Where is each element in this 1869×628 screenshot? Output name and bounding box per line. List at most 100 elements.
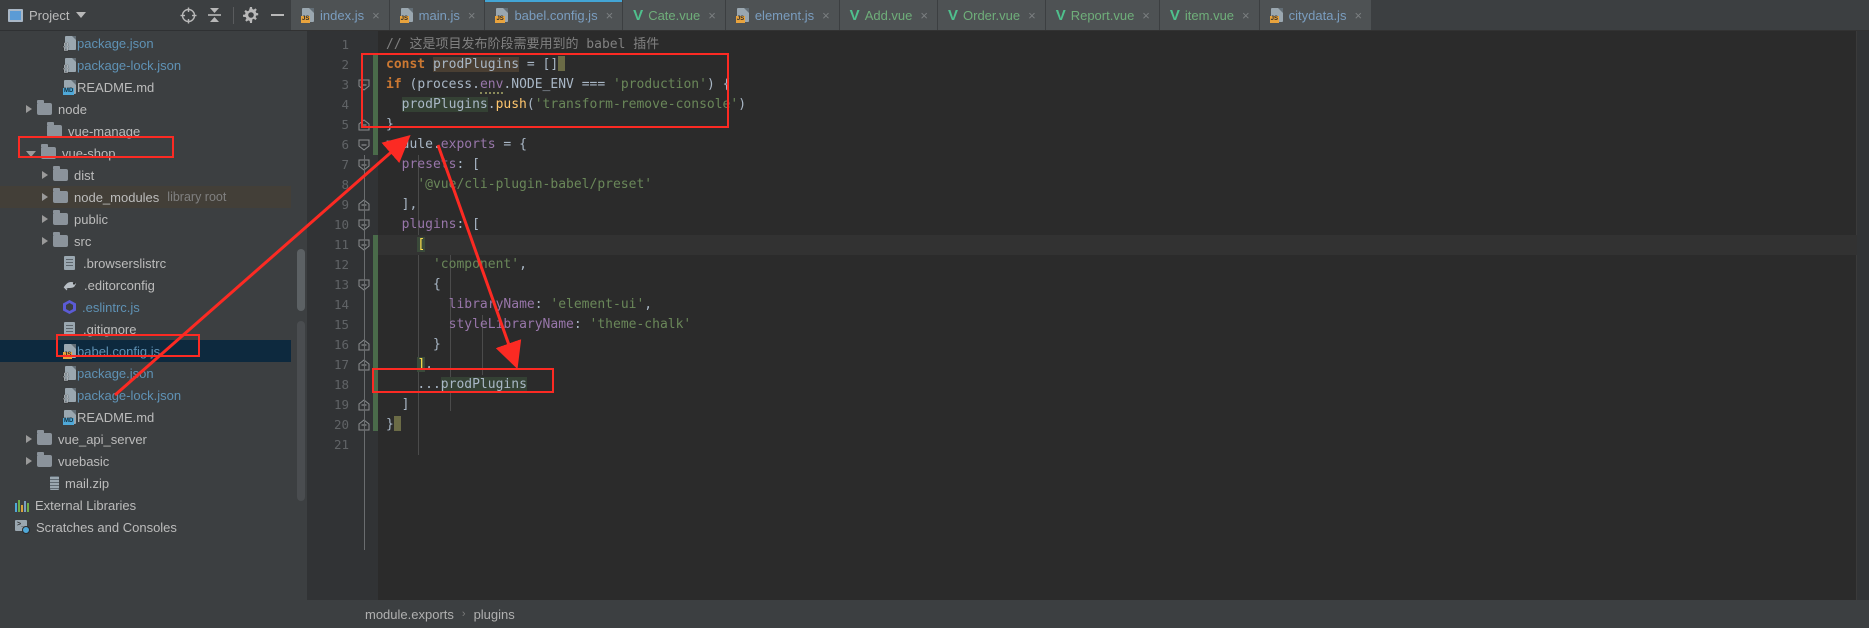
code-line[interactable]: 'component', — [378, 255, 1857, 275]
code-line[interactable]: ...prodPlugins — [378, 375, 1857, 395]
code-line[interactable]: const prodPlugins = [] — [378, 55, 1857, 75]
tree-item-dist[interactable]: dist — [0, 164, 291, 186]
tree-item-Scratches-and-Consoles[interactable]: >_ Scratches and Consoles — [0, 516, 291, 538]
project-window-icon — [8, 8, 23, 22]
code-line[interactable]: prodPlugins.push('transform-remove-conso… — [378, 95, 1857, 115]
tree-item--eslintrc-js[interactable]: .eslintrc.js — [0, 296, 291, 318]
tab-close-icon[interactable]: × — [1028, 9, 1036, 22]
tree-item-package-json[interactable]: {} package.json — [0, 32, 291, 54]
tree-item-package-lock-json[interactable]: {} package-lock.json — [0, 384, 291, 406]
code-line[interactable]: { — [378, 275, 1857, 295]
code-line[interactable]: styleLibraryName: 'theme-chalk' — [378, 315, 1857, 335]
editor-tab-Add-vue[interactable]: V Add.vue × — [839, 0, 938, 30]
expand-arrow-icon[interactable] — [26, 435, 32, 443]
tab-close-icon[interactable]: × — [1242, 9, 1250, 22]
editor-tab-babel-config-js[interactable]: JS babel.config.js × — [485, 0, 624, 30]
tree-item-README-md[interactable]: MD README.md — [0, 406, 291, 428]
editor-tab-index-js[interactable]: JS index.js × — [291, 0, 390, 30]
editor-tab-Order-vue[interactable]: V Order.vue × — [937, 0, 1046, 30]
code-line[interactable]: libraryName: 'element-ui', — [378, 295, 1857, 315]
collapse-arrow-icon[interactable] — [26, 151, 36, 157]
editor-tab-item-vue[interactable]: Vitem.vue × — [1159, 0, 1260, 30]
tree-item-External-Libraries[interactable]: External Libraries — [0, 494, 291, 516]
tree-item-mail-zip[interactable]: mail.zip — [0, 472, 291, 494]
breadcrumb[interactable]: module.exports › plugins — [295, 600, 1869, 628]
code-line[interactable]: plugins: [ — [378, 215, 1857, 235]
expand-arrow-icon[interactable] — [42, 215, 48, 223]
tab-close-icon[interactable]: × — [606, 9, 614, 22]
code-line[interactable]: // 这是项目发布阶段需要用到的 babel 插件 — [378, 35, 1857, 55]
tree-item-public[interactable]: public — [0, 208, 291, 230]
fold-marker[interactable] — [358, 139, 370, 151]
tab-close-icon[interactable]: × — [1142, 9, 1150, 22]
tab-close-icon[interactable]: × — [372, 9, 380, 22]
tree-item-vuebasic[interactable]: vuebasic — [0, 450, 291, 472]
editor-right-marker-strip[interactable] — [1857, 31, 1869, 600]
tree-item-badge: library root — [167, 190, 227, 204]
tree-item-node[interactable]: node — [0, 98, 291, 120]
code-line[interactable]: if (process.env.NODE_ENV === 'production… — [378, 75, 1857, 95]
fold-marker[interactable] — [358, 119, 370, 131]
code-line[interactable]: } — [378, 415, 1857, 435]
code-line[interactable]: ], — [378, 195, 1857, 215]
editor-tab-main-js[interactable]: JS main.js × — [389, 0, 486, 30]
tree-item-README-md[interactable]: MD README.md — [0, 76, 291, 98]
tab-close-icon[interactable]: × — [468, 9, 476, 22]
code-folding-column[interactable] — [355, 31, 373, 600]
caret-down-icon[interactable] — [76, 12, 87, 18]
editor-tab-citydata-js[interactable]: JS citydata.js × — [1259, 0, 1373, 30]
line-number: 12 — [333, 257, 349, 272]
tree-item--gitignore[interactable]: .gitignore — [0, 318, 291, 340]
code-line[interactable]: presets: [ — [378, 155, 1857, 175]
scrollbar-thumb[interactable] — [297, 249, 305, 311]
tree-item-babel-config-js[interactable]: JS babel.config.js — [0, 340, 291, 362]
tree-item-package-lock-json[interactable]: {} package-lock.json — [0, 54, 291, 76]
tree-item-label: Scratches and Consoles — [36, 519, 177, 535]
editorconfig-icon — [63, 278, 78, 292]
editor-left-scrollbar[interactable] — [295, 31, 307, 600]
breadcrumb-item[interactable]: module.exports — [365, 607, 454, 622]
gear-icon[interactable] — [239, 3, 263, 27]
tab-close-icon[interactable]: × — [708, 9, 716, 22]
tab-close-icon[interactable]: × — [1354, 9, 1362, 22]
editor-tab-Report-vue[interactable]: V Report.vue × — [1045, 0, 1160, 30]
code-line[interactable]: [ — [378, 235, 1857, 255]
tree-item-src[interactable]: src — [0, 230, 291, 252]
tab-close-icon[interactable]: × — [920, 9, 928, 22]
expand-arrow-icon[interactable] — [42, 171, 48, 179]
code-line[interactable]: ], — [378, 355, 1857, 375]
fold-marker[interactable] — [358, 79, 370, 91]
tree-item-label: babel.config.js — [77, 343, 161, 359]
code-line[interactable] — [378, 435, 1857, 455]
editor-tab-Cate-vue[interactable]: V Cate.vue × — [623, 0, 726, 30]
project-tree[interactable]: {} package.json{} package-lock.json MD READM… — [0, 31, 291, 628]
scrollbar-thumb-2[interactable] — [297, 321, 305, 501]
tree-item-node_modules[interactable]: node_modules library root — [0, 186, 291, 208]
tree-item-vue_api_server[interactable]: vue_api_server — [0, 428, 291, 450]
expand-arrow-icon[interactable] — [42, 237, 48, 245]
expand-arrow-icon[interactable] — [26, 457, 32, 465]
expand-arrow-icon[interactable] — [26, 105, 32, 113]
line-number: 10 — [333, 217, 349, 232]
tree-item-vue-shop[interactable]: vue-shop — [0, 142, 291, 164]
code-line[interactable]: } — [378, 115, 1857, 135]
code-editor[interactable]: 1 2 3 4 5 6 7 8 9 10 11 12 13 14 15 16 17 18 19 20 21 // 这是项… — [295, 31, 1869, 600]
code-line[interactable]: '@vue/cli-plugin-babel/preset' — [378, 175, 1857, 195]
code-line[interactable]: ] — [378, 395, 1857, 415]
code-text[interactable]: // 这是项目发布阶段需要用到的 babel 插件 const prodPlugi… — [378, 31, 1857, 600]
tree-item-vue-manage[interactable]: vue-manage — [0, 120, 291, 142]
locate-target-icon[interactable] — [176, 3, 200, 27]
code-line[interactable]: module.exports = { — [378, 135, 1857, 155]
tree-item--editorconfig[interactable]: .editorconfig — [0, 274, 291, 296]
expand-arrow-icon[interactable] — [42, 193, 48, 201]
tab-close-icon[interactable]: × — [822, 9, 830, 22]
tree-item--browserslistrc[interactable]: .browserslistrc — [0, 252, 291, 274]
editor-tab-element-js[interactable]: JS element.js × — [725, 0, 840, 30]
collapse-all-icon[interactable] — [202, 3, 226, 27]
breadcrumb-item[interactable]: plugins — [474, 607, 515, 622]
line-number: 18 — [333, 377, 349, 392]
fold-row — [355, 135, 373, 155]
code-line[interactable]: } — [378, 335, 1857, 355]
minimize-icon[interactable] — [265, 3, 289, 27]
tree-item-package-json[interactable]: {} package.json — [0, 362, 291, 384]
